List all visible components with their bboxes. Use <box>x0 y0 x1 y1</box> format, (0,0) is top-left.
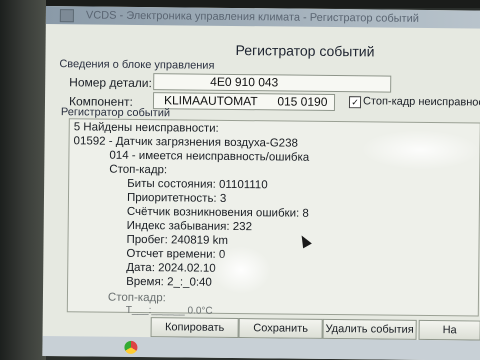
monitor-bezel-left <box>0 0 46 360</box>
app-icon <box>59 9 74 23</box>
part-number-label: Номер детали: <box>69 75 152 91</box>
log-line: Стоп-кадр: <box>109 163 168 177</box>
log-line: Дата: 2024.02.10 <box>126 261 216 275</box>
log-line: Индекс забывания: 232 <box>126 219 253 234</box>
delete-events-button[interactable]: Удалить события <box>322 318 417 340</box>
control-unit-group: Сведения о блоке управления Номер детали… <box>59 58 480 112</box>
event-log-group-title: Регистратор событий <box>60 106 171 120</box>
taskbar <box>42 335 480 360</box>
log-line: Отсчет времени: 0 <box>126 247 226 261</box>
log-line: 014 - имеется неисправность/ошибка <box>109 149 310 164</box>
component-field[interactable]: KLIMAAUTOMAT 015 0190 <box>152 92 336 112</box>
freeze-frame-checkbox[interactable]: ✓ <box>348 96 362 109</box>
log-line: Время: 2_:_0:40 <box>126 275 212 289</box>
event-log-list[interactable]: 5 Найдены неисправности: 01592 - Датчик … <box>66 118 480 317</box>
page-title: Регистратор событий <box>235 41 375 60</box>
freeze-frame-checkbox-label: Стоп-кадр неисправностей <box>362 95 480 109</box>
log-line: Приоритетность: 3 <box>126 191 227 205</box>
title-bar: VCDS - Электроника управления климата - … <box>45 6 480 29</box>
chrome-icon[interactable] <box>124 340 138 354</box>
log-line: 01592 - Датчик загрязнения воздуха-G238 <box>73 135 298 150</box>
log-line: Счётчик возникновения ошибки: 8 <box>126 205 309 220</box>
log-line: Пробег: 240819 km <box>126 233 229 247</box>
window-title: VCDS - Электроника управления климата - … <box>85 9 419 25</box>
log-line: 5 Найдены неисправности: <box>73 121 219 135</box>
log-line: Стоп-кадр: <box>107 291 166 305</box>
save-button[interactable]: Сохранить <box>238 318 323 339</box>
application-window: VCDS - Электроника управления климата - … <box>42 6 480 360</box>
copy-button[interactable]: Копировать <box>150 317 239 339</box>
next-button[interactable]: На <box>418 319 480 341</box>
part-number-field[interactable]: 4E0 910 043 <box>153 73 392 93</box>
log-line: Биты состояния: 01101110 <box>127 177 268 192</box>
control-unit-group-title: Сведения о блоке управления <box>59 58 215 72</box>
